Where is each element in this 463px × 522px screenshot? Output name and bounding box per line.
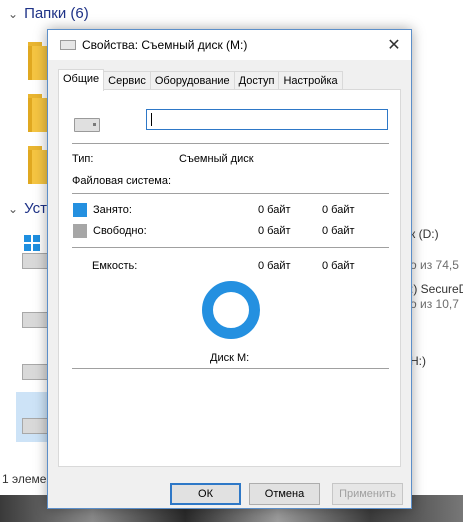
folders-header-label: Папки (6) (24, 5, 89, 22)
text-caret (151, 113, 152, 126)
capacity-label: Емкость: (92, 260, 138, 272)
drive-h-name: Н:) (410, 354, 426, 368)
capacity-bytes: 0 байт (258, 260, 291, 272)
separator (72, 143, 389, 144)
tab-hardware[interactable]: Оборудование (149, 71, 235, 90)
status-bar-text: 1 элемен (2, 472, 54, 486)
type-label: Тип: (72, 153, 94, 165)
used-bytes: 0 байт (258, 204, 291, 216)
tab-general[interactable]: Общие (58, 69, 105, 91)
capacity-donut-chart (202, 281, 260, 339)
free-label: Свободно: (93, 225, 147, 237)
disk-label: Диск M: (210, 352, 250, 364)
drive-secured-name: :) SecureD (410, 282, 463, 296)
removable-drive-icon (60, 40, 76, 50)
tab-tools[interactable]: Сервис (103, 71, 151, 90)
removable-drive-icon (74, 118, 100, 132)
separator (72, 368, 389, 369)
dialog-titlebar[interactable]: Свойства: Съемный диск (M:) ✕ (48, 30, 411, 60)
used-label: Занято: (93, 204, 132, 216)
close-button[interactable]: ✕ (377, 30, 411, 60)
ok-button[interactable]: ОК (170, 483, 241, 505)
filesystem-label: Файловая система: (72, 175, 172, 187)
chevron-down-icon: ⌄ (8, 6, 19, 21)
type-value: Съемный диск (179, 153, 254, 165)
apply-button[interactable]: Применить (332, 483, 403, 505)
folders-section-header[interactable]: ⌄ Папки (6) (8, 5, 89, 22)
tab-customize[interactable]: Настройка (278, 71, 343, 90)
tab-sharing[interactable]: Доступ (233, 71, 280, 90)
chevron-down-icon: ⌄ (8, 201, 19, 216)
used-space-swatch (73, 203, 87, 217)
close-icon: ✕ (387, 37, 401, 54)
tab-bar: Общие Сервис Оборудование Доступ Настрой… (58, 69, 343, 91)
drive-d-name: к (D:) (410, 227, 439, 241)
windows-logo-icon (24, 235, 40, 251)
drive-d-space: о из 74,5 (410, 258, 459, 272)
volume-label-input[interactable] (146, 109, 388, 130)
dialog-title: Свойства: Съемный диск (M:) (82, 38, 248, 52)
free-size: 0 байт (322, 225, 355, 237)
cancel-button[interactable]: Отмена (249, 483, 320, 505)
general-tab-panel: Тип: Съемный диск Файловая система: Заня… (58, 89, 401, 467)
drive-secured-space: о из 10,7 М (410, 297, 463, 311)
separator (72, 193, 389, 194)
capacity-size: 0 байт (322, 260, 355, 272)
free-bytes: 0 байт (258, 225, 291, 237)
properties-dialog: Свойства: Съемный диск (M:) ✕ Общие Серв… (47, 29, 412, 509)
separator (72, 247, 389, 248)
free-space-swatch (73, 224, 87, 238)
used-size: 0 байт (322, 204, 355, 216)
